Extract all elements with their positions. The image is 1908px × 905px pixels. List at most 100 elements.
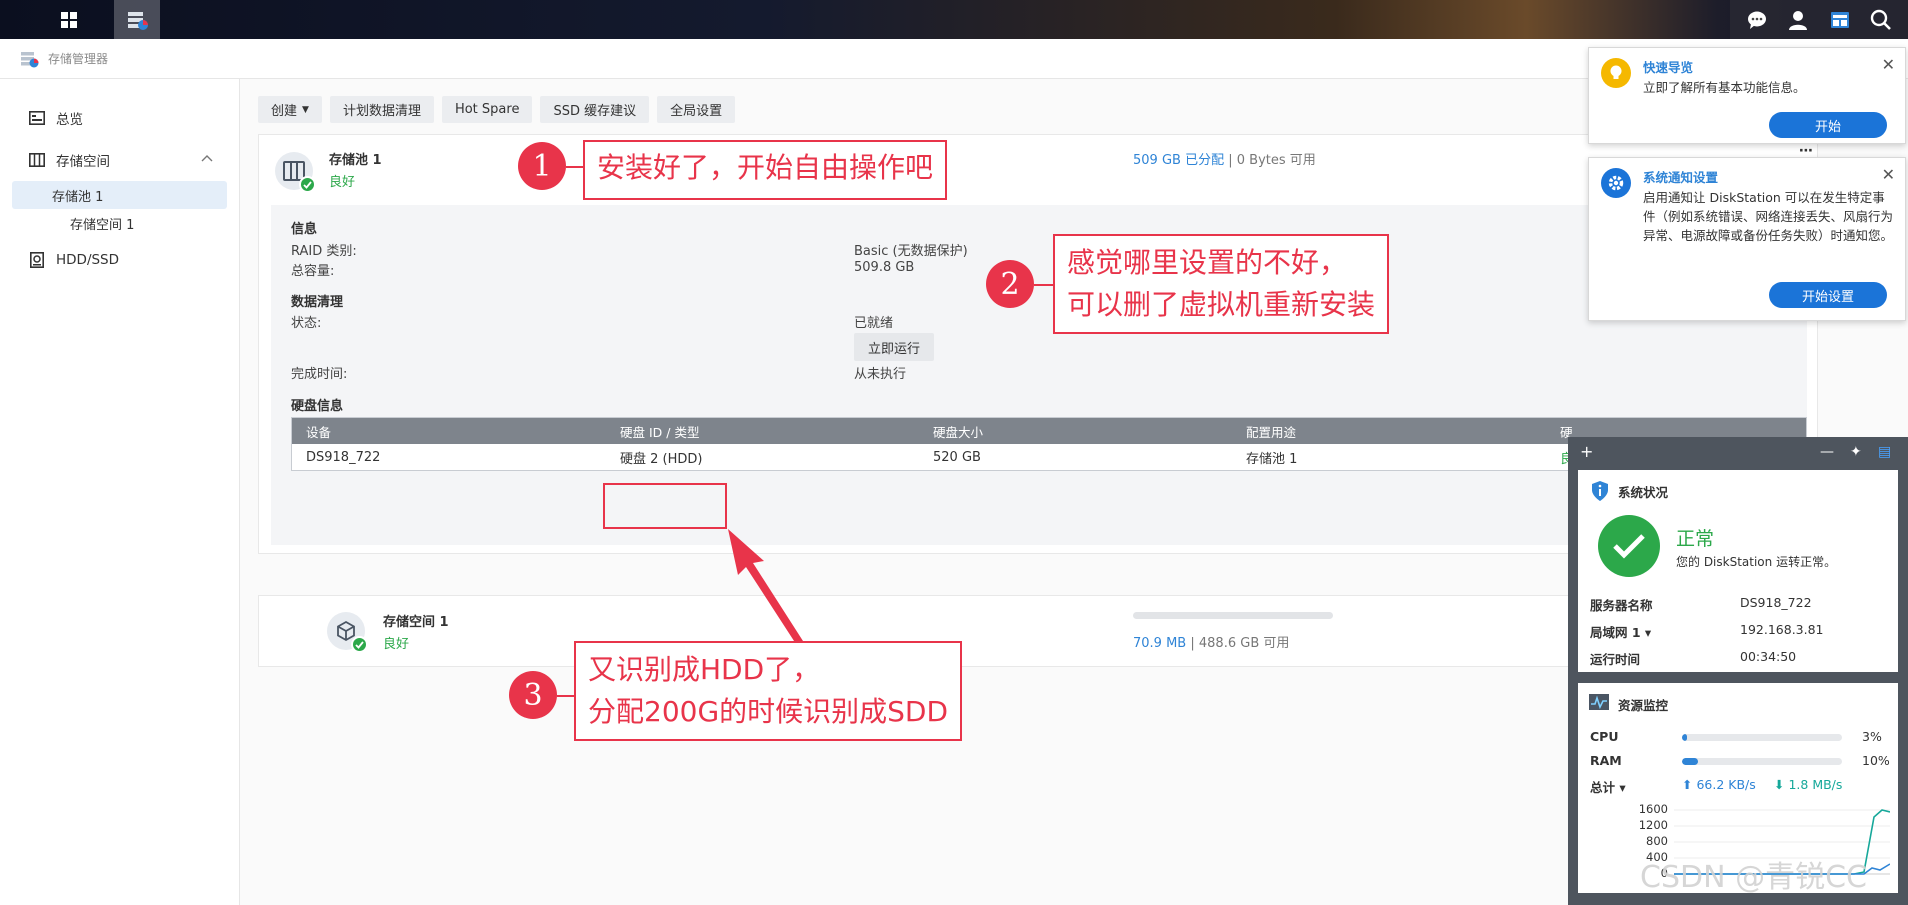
widget-panel: + — ✦ ▤ 系统状况 正常 您的 DiskStation 运转正常。 服务器… bbox=[1568, 437, 1908, 905]
scrub-section-title: 数据清理 bbox=[291, 295, 344, 310]
table-cell: 存储池 1 bbox=[1246, 451, 1298, 467]
separator: | bbox=[1228, 153, 1233, 168]
tick-label: 1600 bbox=[1638, 802, 1668, 816]
panel-toggle-icon[interactable]: ▤ bbox=[1878, 444, 1891, 460]
ssd-cache-advisor-button[interactable]: SSD 缓存建议 bbox=[540, 96, 650, 123]
table-cell: DS918_722 bbox=[306, 449, 381, 465]
storage-pool-header: 存储池 1 良好 509 GB 已分配 | 0 Bytes 可用 ⋯ bbox=[259, 135, 1817, 205]
run-now-button[interactable]: 立即运行 bbox=[854, 333, 935, 361]
download-arrow-icon: ⬇ bbox=[1774, 777, 1785, 792]
annotation-highlight bbox=[603, 483, 727, 529]
upload-rate: ⬆ 66.2 KB/s bbox=[1682, 777, 1756, 792]
annotation-text: 可以删了虚拟机重新安装 bbox=[1067, 288, 1376, 321]
main-menu-button[interactable] bbox=[46, 0, 92, 39]
notification-body: 立即了解所有基本功能信息。 bbox=[1643, 80, 1806, 95]
sidebar-item-hdd-ssd[interactable]: HDD/SSD bbox=[0, 239, 239, 281]
sidebar-item-label: 存储空间 1 bbox=[70, 217, 135, 233]
upload-value: 66.2 KB/s bbox=[1696, 777, 1756, 792]
column-header: 设备 bbox=[306, 424, 332, 440]
global-settings-button[interactable]: 全局设置 bbox=[657, 96, 736, 123]
annotation-marker-2: 2 bbox=[986, 260, 1034, 308]
taskbar-tray bbox=[1730, 0, 1908, 39]
storage-pool-status: 良好 bbox=[329, 175, 356, 190]
storage-pool-icon bbox=[275, 152, 316, 193]
sidebar-item-label: 存储池 1 bbox=[52, 189, 104, 205]
annotation-callout-3: 又识别成HDD了， 分配200G的时候识别成SDD bbox=[574, 641, 963, 741]
info-section-title: 信息 bbox=[291, 222, 318, 237]
lan-dropdown[interactable]: 局域网 1 ▾ bbox=[1590, 622, 1651, 641]
chevron-up-icon[interactable] bbox=[201, 153, 213, 163]
system-state: 正常 bbox=[1676, 528, 1715, 550]
storage-manager-taskbar-button[interactable] bbox=[114, 0, 160, 39]
start-settings-button[interactable]: 开始设置 bbox=[1769, 282, 1887, 308]
hdd-icon bbox=[28, 251, 46, 269]
sidebar-item-label: 存储空间 bbox=[56, 154, 110, 170]
annotation-marker-1: 1 bbox=[518, 142, 566, 190]
column-header: 硬盘 ID / 类型 bbox=[620, 424, 700, 440]
download-rate: ⬇ 1.8 MB/s bbox=[1774, 777, 1842, 792]
check-icon bbox=[299, 176, 316, 193]
plus-icon[interactable]: + bbox=[1580, 442, 1593, 461]
annotation-text: 又识别成HDD了， bbox=[588, 653, 821, 686]
lan-ip-value: 192.168.3.81 bbox=[1740, 622, 1824, 637]
download-value: 1.8 MB/s bbox=[1788, 777, 1843, 792]
hot-spare-button[interactable]: Hot Spare bbox=[441, 96, 533, 123]
close-icon[interactable]: ✕ bbox=[1882, 55, 1895, 74]
cpu-percent: 3% bbox=[1862, 729, 1882, 744]
tick-label: 1200 bbox=[1638, 818, 1668, 832]
cpu-meter-fill bbox=[1682, 734, 1687, 741]
overview-icon bbox=[28, 109, 46, 127]
close-icon[interactable]: ✕ bbox=[1882, 165, 1895, 184]
system-message: 您的 DiskStation 运转正常。 bbox=[1676, 555, 1837, 569]
widgets-icon[interactable] bbox=[1826, 6, 1854, 34]
create-button[interactable]: 创建 ▼ bbox=[258, 96, 322, 123]
user-icon[interactable] bbox=[1784, 6, 1812, 34]
schedule-scrub-button[interactable]: 计划数据清理 bbox=[329, 96, 434, 123]
sidebar: 总览 存储空间 存储池 1 存储空间 1 HDD/SSD bbox=[0, 79, 240, 905]
button-label: 创建 bbox=[271, 104, 298, 119]
server-name-label: 服务器名称 bbox=[1590, 598, 1653, 613]
lightbulb-icon bbox=[1601, 58, 1631, 88]
network-total-dropdown[interactable]: 总计 ▾ bbox=[1590, 777, 1626, 796]
check-circle-icon bbox=[1598, 515, 1660, 577]
annotation-connector bbox=[557, 695, 575, 697]
caret-down-icon: ▼ bbox=[302, 104, 309, 115]
ram-percent: 10% bbox=[1862, 753, 1890, 768]
cpu-meter bbox=[1682, 734, 1842, 741]
notification-title: 系统通知设置 bbox=[1643, 170, 1719, 185]
volume-icon bbox=[327, 612, 368, 653]
uptime-label: 运行时间 bbox=[1590, 652, 1641, 667]
volume-name: 存储空间 1 bbox=[383, 615, 449, 630]
widget-title: 系统状况 bbox=[1618, 485, 1669, 500]
sidebar-item-storage[interactable]: 存储空间 bbox=[0, 139, 239, 181]
start-tour-button[interactable]: 开始 bbox=[1769, 112, 1887, 138]
sidebar-item-volume-1[interactable]: 存储空间 1 bbox=[0, 209, 239, 237]
completion-time-value: 从未执行 bbox=[854, 367, 907, 382]
storage-icon bbox=[28, 151, 46, 169]
upload-arrow-icon: ⬆ bbox=[1682, 777, 1693, 792]
annotation-callout-2: 感觉哪里设置的不好， 可以删了虚拟机重新安装 bbox=[1053, 234, 1390, 334]
ram-meter-fill bbox=[1682, 758, 1698, 765]
check-icon bbox=[351, 636, 368, 653]
annotation-marker-3: 3 bbox=[509, 671, 557, 719]
sidebar-item-pool-1[interactable]: 存储池 1 bbox=[12, 181, 227, 209]
storage-pool-name: 存储池 1 bbox=[329, 153, 382, 168]
cpu-label: CPU bbox=[1590, 729, 1619, 744]
sidebar-item-label: 总览 bbox=[56, 112, 83, 128]
chat-icon[interactable] bbox=[1743, 6, 1771, 34]
scrub-state-value: 已就绪 bbox=[854, 316, 894, 331]
taskbar bbox=[0, 0, 1908, 39]
annotation-text: 感觉哪里设置的不好， bbox=[1067, 246, 1348, 279]
storage-pool-usage: 509 GB 已分配 | 0 Bytes 可用 bbox=[1133, 149, 1316, 168]
minimize-icon[interactable]: — bbox=[1820, 444, 1834, 460]
pool-available: 0 Bytes 可用 bbox=[1236, 153, 1316, 168]
tick-label: 800 bbox=[1646, 834, 1668, 848]
notification-quick-tour: 快速导览 立即了解所有基本功能信息。 ✕ 开始 bbox=[1588, 47, 1906, 144]
total-capacity-label: 总容量: bbox=[291, 264, 335, 279]
separator: | bbox=[1190, 636, 1195, 651]
raid-type-value: Basic (无数据保护) bbox=[854, 244, 968, 259]
sidebar-item-overview[interactable]: 总览 bbox=[0, 97, 239, 139]
raid-type-label: RAID 类别: bbox=[291, 244, 357, 259]
search-icon[interactable] bbox=[1867, 6, 1895, 34]
pin-icon[interactable]: ✦ bbox=[1850, 444, 1862, 460]
